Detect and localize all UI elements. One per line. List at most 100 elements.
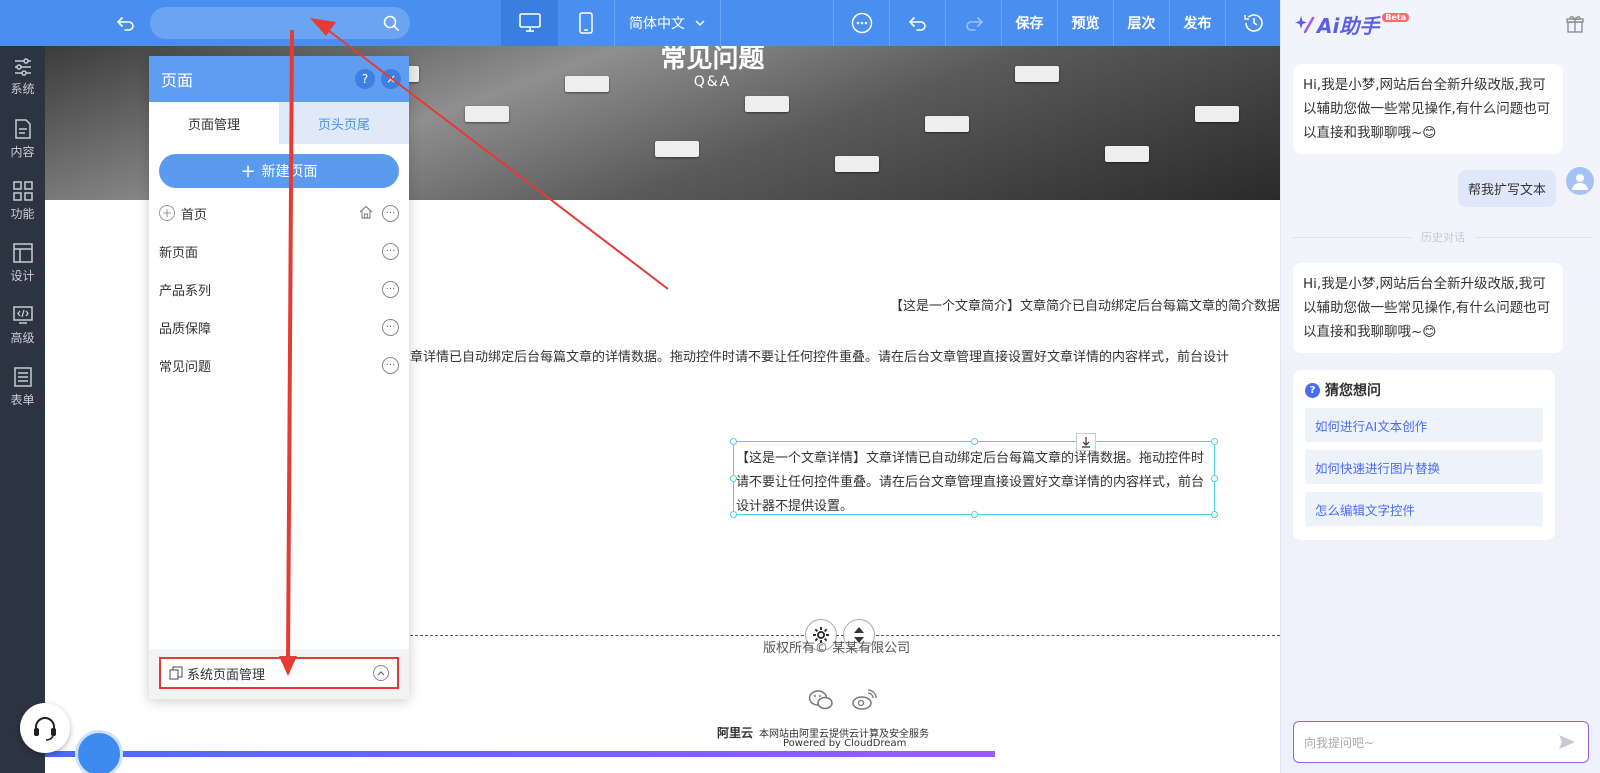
bottom-progress-bar xyxy=(45,751,995,757)
weibo-icon[interactable] xyxy=(851,689,877,715)
resize-handle[interactable] xyxy=(730,511,737,518)
page-item-products[interactable]: 产品系列 ··· xyxy=(149,270,409,308)
search-input[interactable] xyxy=(150,7,410,39)
suggestion-item[interactable]: 如何快速进行图片替换 xyxy=(1305,450,1543,484)
article-detail-text[interactable]: 章详情已自动绑定后台每篇文章的详情数据。拖动控件时请不要让任何控件重叠。请在后台… xyxy=(410,346,1229,365)
more-button[interactable] xyxy=(833,0,889,46)
preview-button[interactable]: 预览 xyxy=(1057,0,1113,46)
rail-label: 功能 xyxy=(10,206,35,221)
grid-icon xyxy=(12,180,33,201)
tab-page-management[interactable]: 页面管理 xyxy=(149,102,279,144)
add-subpage-icon[interactable]: + xyxy=(159,205,175,221)
layout-icon xyxy=(12,242,33,263)
mobile-icon xyxy=(579,12,593,34)
page-item-new-page[interactable]: 新页面 ··· xyxy=(149,232,409,270)
undo-icon[interactable] xyxy=(114,11,138,35)
rail-label: 设计 xyxy=(10,268,35,283)
resize-handle[interactable] xyxy=(1211,438,1218,445)
suggestion-item[interactable]: 怎么编辑文字控件 xyxy=(1305,492,1543,526)
customer-service-button[interactable] xyxy=(20,703,70,753)
user-message: 帮我扩写文本 xyxy=(1457,170,1556,207)
chevron-up-icon[interactable] xyxy=(373,665,389,681)
rail-item-content[interactable]: 内容 xyxy=(0,108,45,170)
suggested-title: ? 猜您想问 xyxy=(1305,380,1543,400)
panel-title: 页面 xyxy=(161,71,194,90)
system-pages-label: 系统页面管理 xyxy=(187,667,266,683)
rail-item-design[interactable]: 设计 xyxy=(0,232,45,294)
system-pages-button[interactable]: 系统页面管理 xyxy=(159,657,399,689)
download-icon[interactable] xyxy=(1076,433,1096,451)
suggested-title-text: 猜您想问 xyxy=(1325,383,1381,399)
more-icon[interactable]: ··· xyxy=(382,281,399,298)
history-icon xyxy=(1243,14,1263,32)
monitor-icon xyxy=(518,13,541,32)
document-icon xyxy=(14,118,31,139)
save-button[interactable]: 保存 xyxy=(1001,0,1057,46)
page-item-home[interactable]: + 首页 ··· xyxy=(149,194,409,232)
floating-widget[interactable] xyxy=(75,730,123,773)
rail-item-advanced[interactable]: 高级 xyxy=(0,294,45,356)
ai-logo-text: Ai助手 xyxy=(1317,13,1380,38)
page-item-label: 新页面 xyxy=(159,245,199,261)
home-icon[interactable] xyxy=(359,205,373,223)
sparkle-icon xyxy=(1295,16,1315,34)
rail-item-system[interactable]: 系统 xyxy=(0,46,45,108)
undo-button[interactable] xyxy=(889,0,945,46)
resize-handle[interactable] xyxy=(971,511,978,518)
page-item-faq[interactable]: 常见问题 ··· xyxy=(149,346,409,384)
resize-handle[interactable] xyxy=(1211,511,1218,518)
resize-handle[interactable] xyxy=(730,475,737,482)
beta-badge: Beta xyxy=(1382,12,1410,22)
gift-icon[interactable] xyxy=(1566,15,1584,37)
copyright-text: 版权所有© 某某有限公司 xyxy=(763,641,911,656)
suggestion-item[interactable]: 如何进行AI文本创作 xyxy=(1305,408,1543,442)
send-icon[interactable] xyxy=(1558,734,1576,753)
bot-message: Hi,我是小梦,网站后台全新升级改版,我可以辅助您做一些常见操作,有什么问题也可… xyxy=(1293,263,1563,353)
language-label: 简体中文 xyxy=(629,16,685,32)
history-button[interactable] xyxy=(1225,0,1281,46)
rail-label: 内容 xyxy=(10,144,35,159)
history-label: 历史对话 xyxy=(1421,231,1465,244)
article-summary[interactable]: 【这是一个文章简介】文章简介已自动绑定后台每篇文章的简介数据 xyxy=(890,295,1280,314)
desktop-view-button[interactable] xyxy=(501,0,558,46)
new-page-label: 新建页面 xyxy=(261,164,318,180)
page-item-quality[interactable]: 品质保障 ··· xyxy=(149,308,409,346)
layers-button[interactable]: 层次 xyxy=(1113,0,1169,46)
ai-header: Ai助手 Beta xyxy=(1281,0,1600,48)
sliders-icon xyxy=(14,57,31,76)
more-icon[interactable]: ··· xyxy=(382,243,399,260)
suggested-questions: ? 猜您想问 如何进行AI文本创作 如何快速进行图片替换 怎么编辑文字控件 xyxy=(1293,370,1555,540)
powered-by: Powered by CloudDream xyxy=(783,738,907,749)
more-icon[interactable]: ··· xyxy=(382,357,399,374)
aliyun-logo: 阿里云 xyxy=(717,726,754,740)
redo-icon xyxy=(965,17,983,31)
rail-item-function[interactable]: 功能 xyxy=(0,170,45,232)
more-icon[interactable]: ··· xyxy=(382,205,399,222)
resize-handle[interactable] xyxy=(1211,475,1218,482)
language-select[interactable]: 简体中文 xyxy=(615,0,721,46)
more-icon xyxy=(851,12,872,34)
page-item-label: 产品系列 xyxy=(159,283,212,299)
close-icon[interactable]: × xyxy=(381,69,401,89)
resize-handle[interactable] xyxy=(971,438,978,445)
more-icon[interactable]: ··· xyxy=(382,319,399,336)
ai-chat-input[interactable]: 向我提问吧~ xyxy=(1293,721,1589,763)
tab-header-footer[interactable]: 页头页尾 xyxy=(279,102,409,144)
mobile-view-button[interactable] xyxy=(558,0,615,46)
selected-text-control[interactable]: 【这是一个文章详情】文章详情已自动绑定后台每篇文章的详情数据。拖动控件时请不要让… xyxy=(730,433,1218,518)
help-icon[interactable]: ? xyxy=(355,69,375,89)
page-item-label: 常见问题 xyxy=(159,359,212,375)
rail-item-form[interactable]: 表单 xyxy=(0,356,45,418)
wechat-icon[interactable] xyxy=(808,689,834,715)
publish-button[interactable]: 发布 xyxy=(1169,0,1225,46)
copy-icon xyxy=(169,666,183,680)
bot-message: Hi,我是小梦,网站后台全新升级改版,我可以辅助您做一些常见操作,有什么问题也可… xyxy=(1293,64,1563,154)
page-item-label: 品质保障 xyxy=(159,321,212,337)
ai-assistant-panel: Ai助手 Beta Hi,我是小梦,网站后台全新升级改版,我可以辅助您做一些常见… xyxy=(1280,0,1600,773)
code-icon xyxy=(12,305,33,324)
resize-handle[interactable] xyxy=(730,438,737,445)
page-item-label: 首页 xyxy=(181,207,208,223)
new-page-button[interactable]: + 新建页面 xyxy=(159,154,399,188)
search-icon[interactable] xyxy=(382,14,400,36)
redo-button[interactable] xyxy=(945,0,1001,46)
